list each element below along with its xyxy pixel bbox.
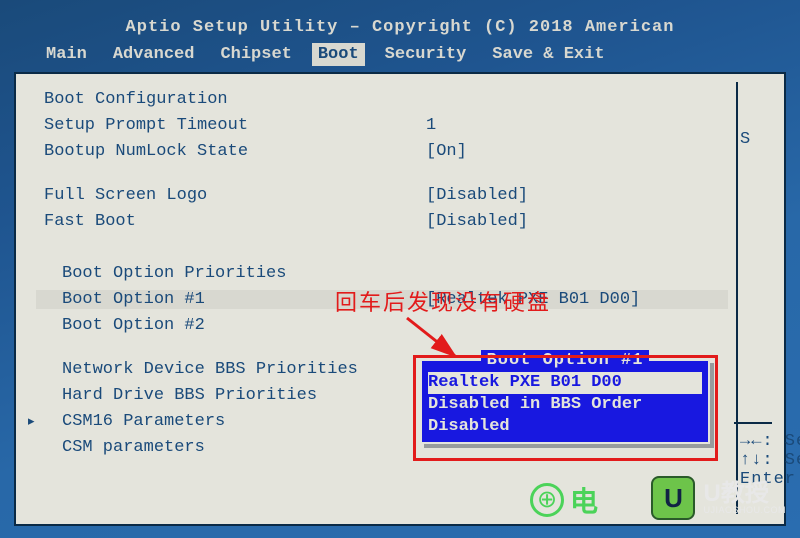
popup-item-disabled[interactable]: Disabled [428,416,702,438]
opt-label: Full Screen Logo [36,186,426,205]
page-title: Aptio Setup Utility – Copyright (C) 2018… [0,0,800,37]
tab-save-exit[interactable]: Save & Exit [486,43,610,66]
help-column: S →←: Selec ↑↓: Selec Enter: S [734,82,772,514]
opt-value: [On] [426,142,728,161]
opt-fast-boot[interactable]: Fast Boot [Disabled] [36,208,728,234]
tab-security[interactable]: Security [379,43,473,66]
opt-label: Boot Option #2 [36,316,426,335]
annotation-text: 回车后发现没有硬盘 [335,285,551,317]
boot-priorities-header: Boot Option Priorities [36,264,426,283]
watermark-name: U教授 [703,482,786,506]
tab-advanced[interactable]: Advanced [107,43,201,66]
opt-label: CSM parameters [36,438,426,457]
bios-screen: Aptio Setup Utility – Copyright (C) 2018… [0,0,800,538]
popup-title: Boot Option #1 [481,350,650,372]
opt-label: Hard Drive BBS Priorities [36,386,426,405]
opt-setup-prompt-timeout[interactable]: Setup Prompt Timeout 1 [36,112,728,138]
opt-label: CSM16 Parameters [36,412,426,431]
opt-full-screen-logo[interactable]: Full Screen Logo [Disabled] [36,182,728,208]
watermark-left: ⊕ 电 [530,480,598,520]
opt-label: Bootup NumLock State [36,142,426,161]
tab-boot[interactable]: Boot [312,43,365,66]
hint-arrows-h: →←: Selec [740,432,800,451]
opt-bootup-numlock[interactable]: Bootup NumLock State [On] [36,138,728,164]
hint-arrows-v: ↑↓: Selec [740,451,800,470]
watermark-left-text: 电 [570,480,598,520]
opt-label: Network Device BBS Priorities [36,360,426,379]
popup-item-realtek[interactable]: Realtek PXE B01 D00 [428,372,702,394]
opt-value: [Disabled] [426,212,728,231]
watermark-right: U U教授 UJIAOSHOU.COM [651,476,786,520]
opt-value: 1 [426,116,728,135]
tab-chipset[interactable]: Chipset [214,43,297,66]
opt-value: [Disabled] [426,186,728,205]
popup-item-disabled-bbs[interactable]: Disabled in BBS Order [428,394,702,416]
tab-bar: Main Advanced Chipset Boot Security Save… [0,37,800,66]
u-icon: U [651,476,695,520]
section-header: Boot Configuration [36,90,426,109]
help-text: S [740,130,772,149]
watermark-url: UJIAOSHOU.COM [703,506,786,515]
opt-label: Setup Prompt Timeout [36,116,426,135]
tab-main[interactable]: Main [40,43,93,66]
boot-option-popup: Boot Option #1 Realtek PXE B01 D00 Disab… [420,359,710,444]
opt-label: Fast Boot [36,212,426,231]
globe-icon: ⊕ [530,483,564,517]
